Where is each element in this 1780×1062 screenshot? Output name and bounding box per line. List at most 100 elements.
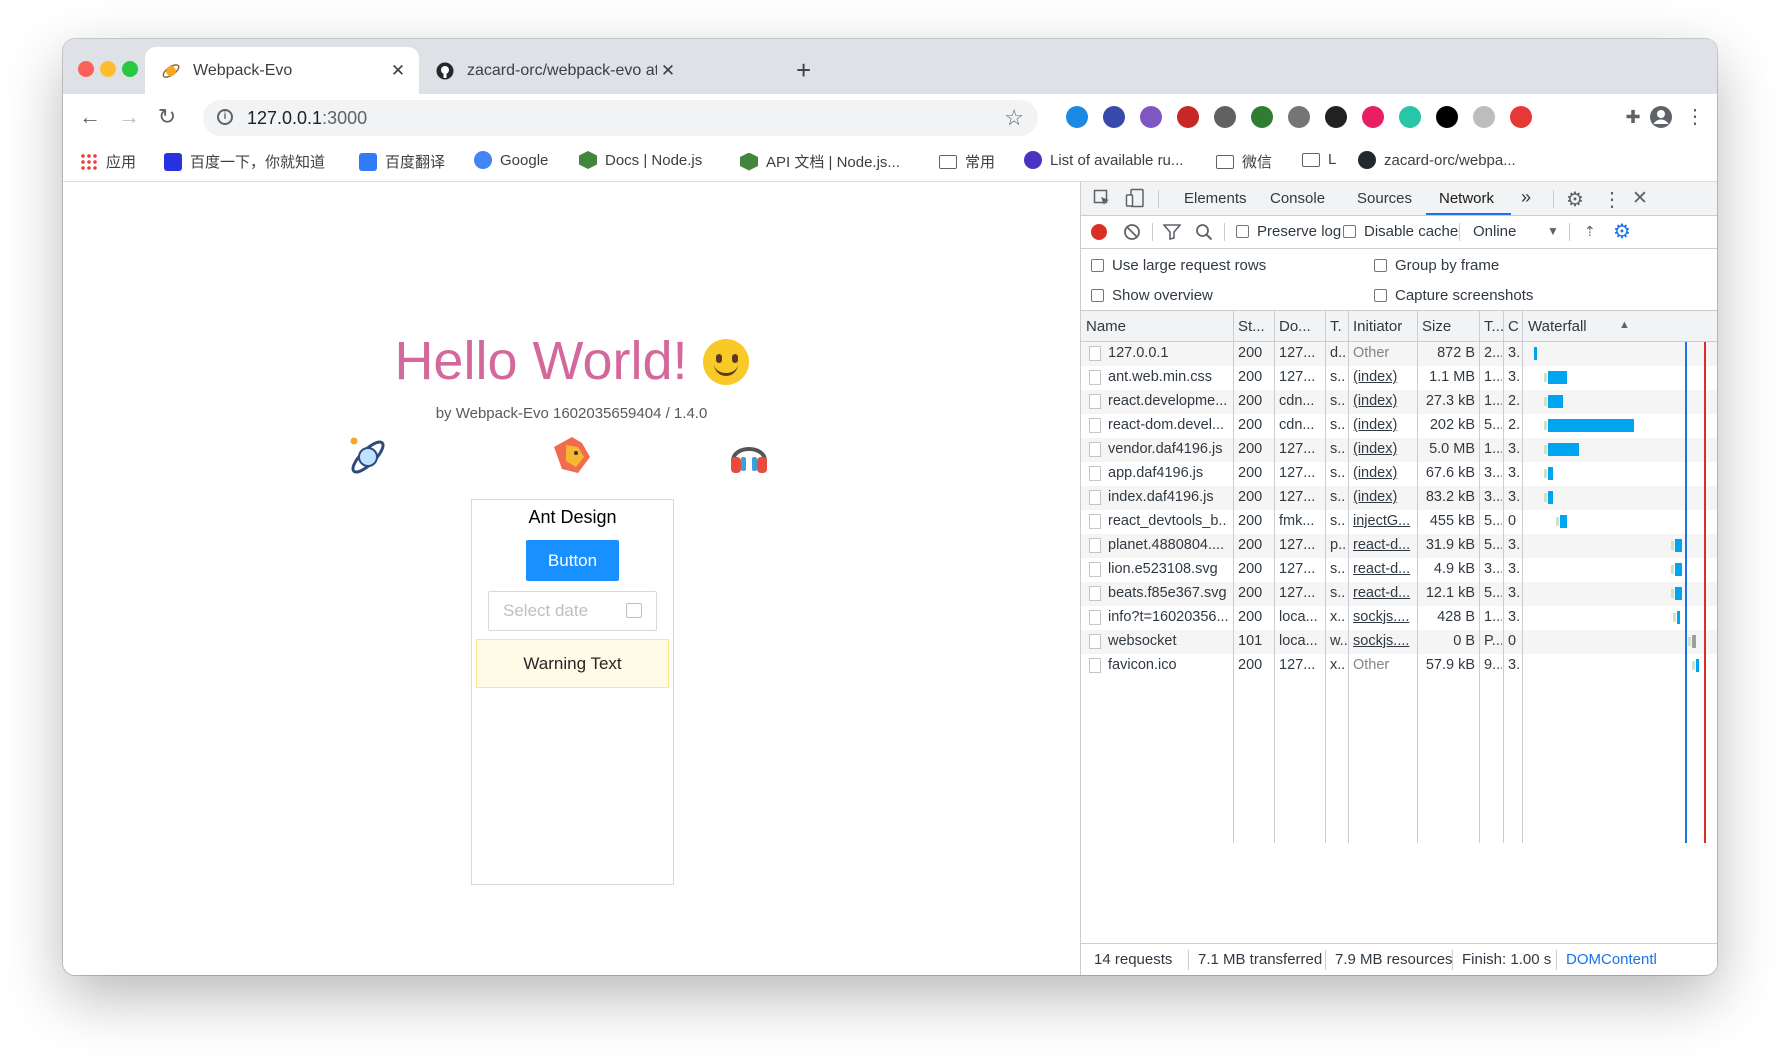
clear-icon[interactable] — [1123, 223, 1141, 245]
cell-initiator[interactable]: (index) — [1353, 369, 1415, 385]
primary-button[interactable]: Button — [526, 540, 619, 581]
table-row[interactable]: ant.web.min.css 200 127... s.. (index) 1.1 MB… — [1081, 366, 1717, 390]
cell-initiator[interactable]: (index) — [1353, 393, 1415, 409]
col-waterfall[interactable]: Waterfall — [1528, 318, 1587, 335]
address-bar[interactable]: i 127.0.0.1:3000 ☆ — [203, 100, 1038, 136]
table-row[interactable]: 127.0.0.1 200 127... d.. Other 872 B 2... 3. — [1081, 342, 1717, 366]
table-row[interactable]: app.daf4196.js 200 127... s.. (index) 67.6 kB… — [1081, 462, 1717, 486]
show-overview-checkbox[interactable]: Show overview — [1091, 287, 1213, 304]
info-icon[interactable]: i — [217, 109, 233, 125]
checkbox-box[interactable] — [1091, 259, 1104, 272]
globe-icon[interactable] — [1103, 106, 1125, 128]
table-row[interactable]: lion.e523108.svg 200 127... s.. react-d... 4.… — [1081, 558, 1717, 582]
col-size[interactable]: Size — [1422, 318, 1451, 335]
disable-cache-checkbox[interactable]: Disable cache — [1343, 223, 1458, 240]
close-devtools-icon[interactable]: ✕ — [1632, 187, 1648, 210]
date-picker-input[interactable]: Select date — [488, 591, 657, 631]
bookmark-item[interactable]: 百度一下，你就知道 — [164, 151, 325, 172]
cell-initiator[interactable]: sockjs.... — [1353, 609, 1415, 625]
minimize-window-button[interactable] — [100, 61, 116, 77]
extensions-puzzle-icon[interactable]: ✚ — [1618, 102, 1648, 132]
grammar-icon[interactable] — [1399, 106, 1421, 128]
network-settings-gear-icon[interactable]: ⚙ — [1613, 219, 1631, 244]
new-tab-button[interactable]: + — [796, 56, 811, 84]
table-row[interactable]: vendor.daf4196.js 200 127... s.. (index) 5.0 … — [1081, 438, 1717, 462]
disabled-icon[interactable] — [1473, 106, 1495, 128]
checkbox-box[interactable] — [1374, 289, 1387, 302]
table-row[interactable]: index.daf4196.js 200 127... s.. (index) 83.2 … — [1081, 486, 1717, 510]
bookmark-item[interactable]: API 文档 | Node.js... — [740, 151, 900, 172]
table-row[interactable]: beats.f85e367.svg 200 127... s.. react-d... 1… — [1081, 582, 1717, 606]
zoom-window-button[interactable] — [122, 61, 138, 77]
devtools-menu-icon[interactable]: ⋮ — [1602, 187, 1622, 212]
table-row[interactable]: websocket 101 loca... w.. sockjs.... 0 B P... 0 — [1081, 630, 1717, 654]
bookmark-item[interactable]: L — [1302, 151, 1336, 168]
cell-initiator[interactable]: react-d... — [1353, 537, 1415, 553]
tree-icon[interactable] — [1510, 106, 1532, 128]
filter-icon[interactable] — [1162, 224, 1182, 244]
tab-webpack-evo[interactable]: Webpack-Evo ✕ — [145, 47, 419, 94]
table-row[interactable]: favicon.ico 200 127... x.. Other 57.9 kB 9... 3… — [1081, 654, 1717, 678]
cell-initiator[interactable]: (index) — [1353, 465, 1415, 481]
back-button[interactable]: ← — [75, 102, 105, 132]
inspect-element-icon[interactable] — [1093, 189, 1111, 212]
bookmark-item[interactable]: Google — [474, 151, 548, 169]
chevron-down-icon[interactable]: ▼ — [1547, 224, 1559, 238]
checkbox-box[interactable] — [1374, 259, 1387, 272]
cell-initiator[interactable]: react-d... — [1353, 585, 1415, 601]
bookmark-item[interactable]: 应用 — [80, 151, 136, 172]
search-icon[interactable] — [1195, 223, 1213, 245]
forward-button[interactable]: → — [114, 102, 144, 132]
col-name[interactable]: Name — [1086, 318, 1126, 335]
reload-button[interactable]: ↻ — [152, 102, 182, 132]
vue-v-icon[interactable] — [1214, 106, 1236, 128]
puzzle-red-icon[interactable] — [1177, 106, 1199, 128]
menu-kebab-icon[interactable]: ⋮ — [1680, 102, 1710, 132]
bookmark-item[interactable]: 百度翻译 — [359, 151, 445, 172]
cell-initiator[interactable]: (index) — [1353, 417, 1415, 433]
settings-gear-icon[interactable]: ⚙ — [1566, 187, 1584, 212]
table-row[interactable]: react_devtools_b... 200 fmk... s.. injectG..… — [1081, 510, 1717, 534]
cell-initiator[interactable]: injectG... — [1353, 513, 1415, 529]
close-tab-icon[interactable]: ✕ — [657, 61, 679, 81]
col-initiator[interactable]: Initiator — [1353, 318, 1402, 335]
col-status[interactable]: St... — [1238, 318, 1265, 335]
earth-blue-icon[interactable] — [1066, 106, 1088, 128]
table-row[interactable]: planet.4880804.... 200 127... p.. react-d...… — [1081, 534, 1717, 558]
col-connection[interactable]: C — [1508, 318, 1519, 335]
table-row[interactable]: info?t=16020356... 200 loca... x.. sockjs...… — [1081, 606, 1717, 630]
checkbox-box[interactable] — [1236, 225, 1249, 238]
bookmark-item[interactable]: Docs | Node.js — [579, 151, 702, 169]
table-row[interactable]: react.developme... 200 cdn... s.. (index) 27.… — [1081, 390, 1717, 414]
device-toolbar-icon[interactable] — [1125, 188, 1145, 213]
col-time[interactable]: T... — [1484, 318, 1504, 335]
large-rows-checkbox[interactable]: Use large request rows — [1091, 257, 1266, 274]
close-tab-icon[interactable]: ✕ — [387, 61, 409, 81]
bookmark-star-icon[interactable]: ☆ — [1004, 105, 1024, 131]
import-har-icon[interactable]: ⇡ — [1584, 223, 1596, 240]
cb-icon[interactable] — [1325, 106, 1347, 128]
close-window-button[interactable] — [78, 61, 94, 77]
preserve-log-checkbox[interactable]: Preserve log — [1236, 223, 1341, 240]
jb-icon[interactable] — [1436, 106, 1458, 128]
bookmark-item[interactable]: 常用 — [939, 151, 995, 172]
cell-initiator[interactable]: react-d... — [1353, 561, 1415, 577]
checkbox-box[interactable] — [1343, 225, 1356, 238]
brackets-icon[interactable] — [1288, 106, 1310, 128]
col-domain[interactable]: Do... — [1279, 318, 1311, 335]
sort-ascending-icon[interactable]: ▲ — [1619, 319, 1630, 331]
tab-sources[interactable]: Sources — [1357, 190, 1412, 207]
green-c-icon[interactable] — [1251, 106, 1273, 128]
bookmark-item[interactable]: List of available ru... — [1024, 151, 1183, 169]
cell-initiator[interactable]: (index) — [1353, 489, 1415, 505]
cell-initiator[interactable]: sockjs.... — [1353, 633, 1415, 649]
tab-console[interactable]: Console — [1270, 190, 1325, 207]
url-text[interactable]: 127.0.0.1:3000 — [247, 108, 367, 129]
wm-icon[interactable] — [1140, 106, 1162, 128]
group-by-frame-checkbox[interactable]: Group by frame — [1374, 257, 1499, 274]
tab-network[interactable]: Network — [1439, 190, 1494, 207]
cell-initiator[interactable]: (index) — [1353, 441, 1415, 457]
col-type[interactable]: T. — [1330, 318, 1342, 335]
record-icon[interactable] — [1091, 224, 1107, 240]
tab-elements[interactable]: Elements — [1184, 190, 1247, 207]
